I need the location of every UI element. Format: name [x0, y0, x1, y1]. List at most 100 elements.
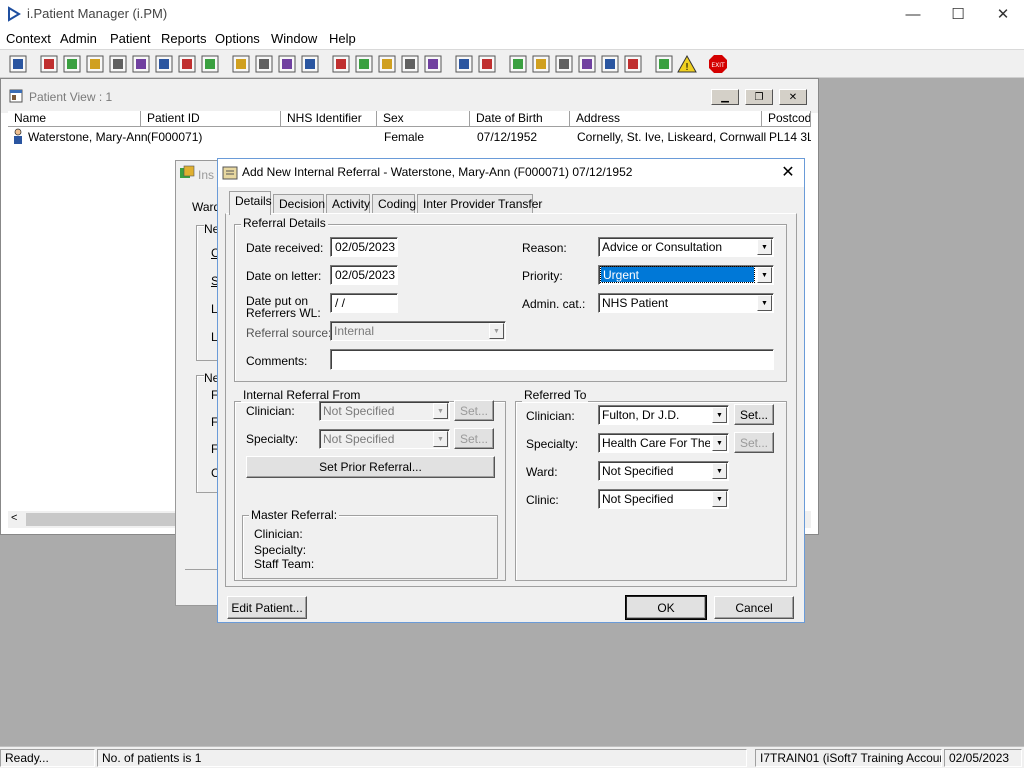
pv-restore-button[interactable]: ❐ [745, 89, 773, 105]
patient-count: No. of patients is 1 [97, 749, 747, 767]
col-header-nhs-identifier[interactable]: NHS Identifier [281, 111, 377, 127]
to-clinician-set-button[interactable]: Set... [734, 404, 774, 425]
chevron-down-icon: ▼ [433, 431, 448, 447]
date-received-input[interactable]: 02/05/2023 [330, 237, 398, 257]
priority-select[interactable]: Urgent ▼ [598, 265, 774, 285]
chevron-down-icon[interactable]: ▼ [712, 407, 727, 423]
history-icon[interactable] [377, 54, 397, 74]
transfer-icon[interactable] [454, 54, 474, 74]
menu-help[interactable]: Help [329, 31, 356, 46]
chevron-down-icon[interactable]: ▼ [757, 239, 772, 255]
swap-icon[interactable] [654, 54, 674, 74]
exit-icon[interactable]: EXIT [708, 54, 728, 74]
referral-icon[interactable] [85, 54, 105, 74]
outbox-icon[interactable] [577, 54, 597, 74]
table-row[interactable]: Waterstone, Mary-Ann (F000071) Female 07… [8, 128, 811, 145]
col-header-name[interactable]: Name [8, 111, 141, 127]
warning-icon[interactable]: ! [677, 54, 697, 74]
printer-icon[interactable] [39, 54, 59, 74]
inbox-icon[interactable] [554, 54, 574, 74]
clock-icon[interactable] [277, 54, 297, 74]
menu-reports[interactable]: Reports [161, 31, 207, 46]
menu-bar: Context Admin Patient Reports Options Wi… [0, 28, 1024, 49]
col-header-sex[interactable]: Sex [377, 111, 470, 127]
download-icon[interactable] [600, 54, 620, 74]
admin-cat-select[interactable]: NHS Patient ▼ [598, 293, 774, 313]
edit-patient-button[interactable]: Edit Patient... [227, 596, 307, 619]
menu-context[interactable]: Context [6, 31, 51, 46]
master-clinician-label: Clinician: [254, 527, 303, 541]
col-header-patient-id[interactable]: Patient ID [141, 111, 281, 127]
cell-name: Waterstone, Mary-Ann [28, 130, 148, 144]
form-icon[interactable] [177, 54, 197, 74]
tab-details[interactable]: Details [229, 191, 272, 215]
date-received-label: Date received: [246, 241, 324, 255]
col-header-dob[interactable]: Date of Birth [470, 111, 570, 127]
patient-icon[interactable] [8, 54, 28, 74]
menu-window[interactable]: Window [271, 31, 317, 46]
menu-options[interactable]: Options [215, 31, 260, 46]
scroll-thumb[interactable] [26, 513, 186, 526]
title-bar: i.Patient Manager (i.PM) — ☐ ✕ [0, 0, 1024, 28]
svg-text:EXIT: EXIT [711, 62, 725, 69]
from-clinician-set-button: Set... [454, 400, 494, 421]
insert-window: Ins Ward Ne C S L L Ne F F F C [175, 160, 221, 606]
chevron-down-icon[interactable]: ▼ [757, 295, 772, 311]
chart-icon[interactable] [508, 54, 528, 74]
m-icon[interactable] [131, 54, 151, 74]
ward-icon[interactable] [423, 54, 443, 74]
patient-view-icon [9, 89, 23, 103]
pv-minimize-button[interactable]: ▁ [711, 89, 739, 105]
chevron-down-icon[interactable]: ▼ [712, 491, 727, 507]
referred-to-label: Referred To [522, 388, 589, 402]
cancel-button[interactable]: Cancel [714, 596, 794, 619]
calendar-icon[interactable] [331, 54, 351, 74]
col-header-address[interactable]: Address [570, 111, 762, 127]
chevron-down-icon[interactable]: ▼ [712, 435, 727, 451]
cell-dob: 07/12/1952 [477, 130, 538, 144]
to-specialty-select[interactable]: Health Care For The El ▼ [598, 433, 729, 453]
ok-button[interactable]: OK [625, 595, 707, 620]
monitor-icon[interactable] [300, 54, 320, 74]
book-icon[interactable] [62, 54, 82, 74]
insert-label-ward: Ward [192, 200, 221, 214]
to-clinician-select[interactable]: Fulton, Dr J.D. ▼ [598, 405, 729, 425]
to-clinic-select[interactable]: Not Specified ▼ [598, 489, 729, 509]
set-prior-referral-button[interactable]: Set Prior Referral... [246, 456, 495, 478]
tab-inter-provider-transfer[interactable]: Inter Provider Transfer [417, 194, 542, 214]
pv-close-button[interactable]: ✕ [779, 89, 807, 105]
dialog-close-button[interactable]: ✕ [778, 162, 798, 182]
tab-decision[interactable]: Decision [273, 194, 325, 214]
scroll-left-icon[interactable]: < [11, 512, 17, 524]
tab-coding[interactable]: Coding [372, 194, 416, 214]
close-button[interactable]: ✕ [980, 0, 1024, 28]
note-icon[interactable] [400, 54, 420, 74]
to-ward-label: Ward: [526, 465, 558, 479]
referral-icon [222, 166, 238, 180]
document-icon[interactable] [477, 54, 497, 74]
col-header-postcode[interactable]: Postcode [762, 111, 811, 127]
master-specialty-label: Specialty: [254, 543, 307, 557]
to-specialty-set-button: Set... [734, 432, 774, 453]
date-on-letter-input[interactable]: 02/05/2023 [330, 265, 398, 285]
menu-patient[interactable]: Patient [110, 31, 150, 46]
upload-icon[interactable] [623, 54, 643, 74]
minimize-button[interactable]: — [890, 0, 936, 28]
maximize-button[interactable]: ☐ [935, 0, 981, 28]
menu-admin[interactable]: Admin [60, 31, 97, 46]
list-icon[interactable] [108, 54, 128, 74]
chevron-down-icon[interactable]: ▼ [712, 463, 727, 479]
date-put-on-wl-input[interactable]: / / [330, 293, 398, 313]
from-specialty-select: Not Specified ▼ [319, 429, 450, 449]
clinician-icon[interactable] [154, 54, 174, 74]
to-ward-select[interactable]: Not Specified ▼ [598, 461, 729, 481]
bed-icon[interactable] [231, 54, 251, 74]
ambulance-icon[interactable] [200, 54, 220, 74]
reason-select[interactable]: Advice or Consultation ▼ [598, 237, 774, 257]
chevron-down-icon[interactable]: ▼ [757, 267, 772, 283]
comments-input[interactable] [330, 349, 774, 370]
cancel-doc-icon[interactable] [254, 54, 274, 74]
search-globe-icon[interactable] [531, 54, 551, 74]
notes-icon[interactable] [354, 54, 374, 74]
tab-activity[interactable]: Activity [326, 194, 370, 214]
